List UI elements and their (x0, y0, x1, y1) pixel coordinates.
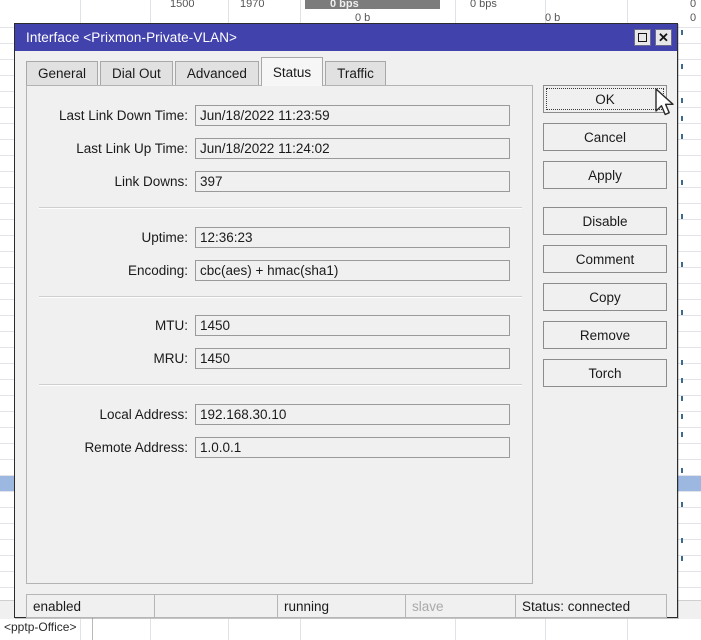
field-value-encoding[interactable]: cbc(aes) + hmac(sha1) (195, 259, 510, 281)
comment-button[interactable]: Comment (543, 245, 667, 273)
bg-progress-bar-left (305, 0, 440, 9)
cancel-button-label: Cancel (583, 129, 627, 145)
field-value-local-address[interactable]: 192.168.30.10 (195, 403, 510, 425)
maximize-button[interactable] (634, 29, 651, 46)
field-row-last-link-down-time: Last Link Down Time: Jun/18/2022 11:23:59 (27, 104, 532, 126)
field-value-last-link-down-time[interactable]: Jun/18/2022 11:23:59 (195, 104, 510, 126)
statusbar-cell-3: slave (405, 594, 515, 618)
field-group-separator (39, 296, 522, 298)
field-row-remote-address: Remote Address: 1.0.0.1 (27, 436, 532, 458)
close-button[interactable]: ✕ (655, 29, 672, 46)
close-icon: ✕ (658, 30, 669, 45)
field-label-link-downs: Link Downs: (114, 173, 188, 189)
window-buttons: ✕ (634, 29, 677, 46)
field-row-local-address: Local Address: 192.168.30.10 (27, 403, 532, 425)
cancel-button[interactable]: Cancel (543, 123, 667, 151)
field-value-last-link-up-time[interactable]: Jun/18/2022 11:24:02 (195, 137, 510, 159)
field-group-separator (39, 207, 522, 209)
field-label-mtu: MTU: (155, 317, 188, 333)
disable-button[interactable]: Disable (543, 207, 667, 235)
field-label-last-link-down-time: Last Link Down Time: (58, 107, 188, 123)
field-label-remote-address: Remote Address: (84, 439, 188, 455)
background-row-marker (681, 116, 683, 121)
statusbar-cell-4: Status: connected (515, 594, 667, 618)
field-row-link-downs: Link Downs: 397 (27, 170, 532, 192)
background-row-marker (681, 98, 683, 103)
bg-value-mtu: 1500 (170, 0, 195, 10)
maximize-icon (638, 33, 647, 42)
field-value-mru[interactable]: 1450 (195, 347, 510, 369)
copy-button[interactable]: Copy (543, 283, 667, 311)
ok-button[interactable]: OK (543, 85, 667, 113)
field-label-local-address: Local Address: (99, 406, 188, 422)
statusbar-cell-1 (154, 594, 277, 618)
background-row-marker (681, 360, 683, 365)
interface-dialog: Interface <Prixmon-Private-VLAN> ✕ Gener… (14, 23, 678, 618)
apply-button[interactable]: Apply (543, 161, 667, 189)
background-row-marker (681, 556, 683, 561)
tab-advanced[interactable]: Advanced (174, 61, 259, 85)
field-label-uptime: Uptime: (141, 229, 188, 245)
field-value-mtu[interactable]: 1450 (195, 314, 510, 336)
tab-general[interactable]: General (26, 61, 99, 85)
apply-button-label: Apply (588, 167, 622, 183)
field-label-last-link-up-time: Last Link Up Time: (76, 140, 188, 156)
dialog-title: Interface <Prixmon-Private-VLAN> (26, 30, 238, 45)
tab-dial-out[interactable]: Dial Out (100, 61, 173, 85)
background-row-marker (681, 432, 683, 437)
bg-value-actual-mtu: 1970 (240, 0, 265, 10)
disable-button-label: Disable (582, 213, 628, 229)
bg-value-fp: 0 (690, 0, 697, 10)
statusbar-cell-2: running (277, 594, 405, 618)
field-value-remote-address[interactable]: 1.0.0.1 (195, 436, 510, 458)
background-selected-interface-label: <pptp-Office> (4, 620, 77, 634)
background-statusbar-divider (92, 618, 93, 640)
field-row-mru: MRU: 1450 (27, 347, 532, 369)
background-row-marker (681, 538, 683, 543)
background-row-marker (681, 502, 683, 507)
background-row-marker (681, 414, 683, 419)
field-group-separator (39, 384, 522, 386)
bg-value-rx: 0 bps (470, 0, 497, 10)
background-row-marker (681, 180, 683, 185)
field-label-encoding: Encoding: (127, 262, 188, 278)
tab-traffic[interactable]: Traffic (325, 61, 386, 85)
background-row-marker (681, 310, 683, 315)
background-row-marker (681, 134, 683, 139)
background-row-marker (681, 30, 683, 35)
dialog-titlebar[interactable]: Interface <Prixmon-Private-VLAN> ✕ (15, 24, 677, 51)
field-value-link-downs[interactable]: 397 (195, 170, 510, 192)
remove-button[interactable]: Remove (543, 321, 667, 349)
dialog-button-column: OK Cancel Apply Disable Comment Copy Remove Tor… (543, 85, 667, 397)
field-row-mtu: MTU: 1450 (27, 314, 532, 336)
status-tab-panel: Last Link Down Time: Jun/18/2022 11:23:59… (26, 85, 533, 584)
field-row-uptime: Uptime: 12:36:23 (27, 226, 532, 248)
bg-value-tx: 0 bps (330, 0, 359, 10)
bg-value-fp-bytes: 0 (690, 12, 697, 24)
tab-status[interactable]: Status (260, 57, 324, 86)
field-row-last-link-up-time: Last Link Up Time: Jun/18/2022 11:24:02 (27, 137, 532, 159)
comment-button-label: Comment (575, 251, 635, 267)
field-label-mru: MRU: (153, 350, 189, 366)
background-row-marker (681, 378, 683, 383)
background-row-marker (681, 262, 683, 267)
field-value-uptime[interactable]: 12:36:23 (195, 226, 510, 248)
background-row-marker (681, 468, 683, 473)
remove-button-label: Remove (579, 327, 631, 343)
background-row-marker (681, 214, 683, 219)
statusbar-cell-0: enabled (26, 594, 154, 618)
copy-button-label: Copy (589, 289, 621, 305)
tab-strip: General Dial Out Advanced Status Traffic (26, 57, 388, 86)
torch-button[interactable]: Torch (543, 359, 667, 387)
torch-button-label: Torch (588, 365, 622, 381)
dialog-statusbar: enabled running slave Status: connected (26, 594, 667, 618)
background-row-marker (681, 64, 683, 69)
field-row-encoding: Encoding: cbc(aes) + hmac(sha1) (27, 259, 532, 281)
background-row-marker (681, 396, 683, 401)
ok-button-label: OK (595, 91, 615, 107)
